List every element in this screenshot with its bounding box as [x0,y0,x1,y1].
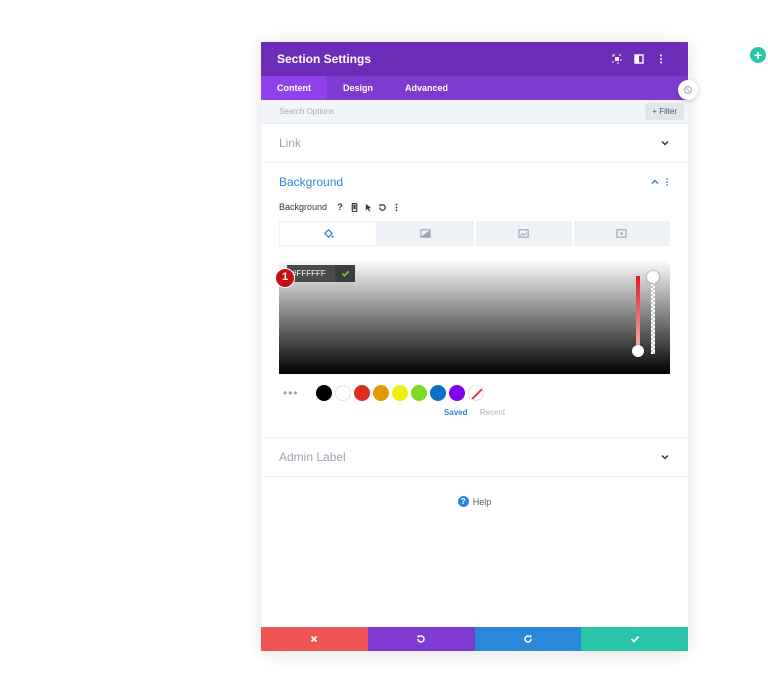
option-menu-icon[interactable] [389,200,403,214]
admin-label-section: Admin Label [261,438,688,477]
checkmark-icon [630,635,639,643]
link-section-title: Link [279,136,302,150]
cancel-button[interactable] [261,627,368,651]
swatch-blue[interactable] [430,385,446,401]
chevron-down-icon [661,454,669,460]
section-options-icon[interactable] [664,177,670,187]
swatch-white[interactable] [335,385,351,401]
fullscreen-icon[interactable] [606,48,628,70]
swatch-tabs: Saved Recent [279,408,670,417]
checkmark-icon [341,270,349,278]
step-number-badge: 1 [275,268,295,288]
panel-footer [261,627,688,651]
section-settings-panel: Section Settings Content Design Advanced… [261,42,698,651]
chevron-down-icon [661,140,669,146]
hue-slider-track[interactable] [636,276,640,350]
color-picker-area[interactable]: 1 [275,259,670,374]
help-question-icon[interactable]: ? [333,200,347,214]
background-gradient-tab[interactable] [377,221,476,246]
gradient-icon [420,229,431,238]
panel-drag-handle[interactable] [678,80,698,100]
tab-design[interactable]: Design [327,76,389,100]
undo-button[interactable] [367,627,475,651]
apply-color-button[interactable] [335,265,355,282]
help-icon: ? [457,496,469,507]
save-button[interactable] [581,627,688,651]
chevron-up-icon[interactable] [650,177,660,187]
link-section-toggle[interactable]: Link [261,124,688,162]
help-link[interactable]: ? Help [261,496,688,507]
tab-advanced[interactable]: Advanced [389,76,464,100]
hex-input-group: 1 [275,265,355,288]
color-swatches: ••• [279,384,670,402]
video-icon [616,229,628,238]
background-section-toggle[interactable]: Background [261,163,688,201]
help-label: Help [472,496,492,507]
undo-icon [417,634,425,643]
panel-header: Section Settings [261,42,688,76]
swatch-purple[interactable] [449,385,465,401]
split-view-icon[interactable] [628,48,650,70]
redo-button[interactable] [474,627,582,651]
background-section: Background Background ? 1 #FFFFFF ••• Sa… [261,163,688,438]
close-icon [311,635,318,643]
tab-content[interactable]: Content [261,76,327,100]
swatch-none[interactable] [468,385,484,401]
background-option-label: Background [279,202,328,212]
hue-slider-handle[interactable] [632,345,644,357]
hover-cursor-icon[interactable] [361,200,375,214]
swatch-yellow[interactable] [392,385,408,401]
redo-icon [524,634,532,643]
more-swatches-icon[interactable]: ••• [283,386,307,400]
search-input[interactable] [279,107,646,116]
opacity-slider-handle[interactable] [647,271,659,283]
add-module-button[interactable]: + [750,47,766,63]
admin-label-section-title: Admin Label [279,450,346,464]
paint-bucket-icon [323,228,334,239]
settings-tabs: Content Design Advanced [261,76,688,100]
more-options-icon[interactable] [650,48,672,70]
swatch-green[interactable] [411,385,427,401]
image-icon [518,229,529,238]
background-type-tabs [279,221,670,246]
swatch-orange[interactable] [373,385,389,401]
swatch-red[interactable] [354,385,370,401]
reset-icon[interactable] [375,200,389,214]
recent-swatches-tab[interactable]: Recent [480,408,505,417]
search-bar: + Filter [261,100,688,124]
saved-swatches-tab[interactable]: Saved [444,408,468,417]
background-section-body: Background ? 1 #FFFFFF ••• Saved Recent [261,199,688,437]
background-color-tab[interactable] [279,221,378,246]
link-section: Link [261,124,688,163]
mobile-device-icon[interactable] [347,200,361,214]
admin-label-section-toggle[interactable]: Admin Label [261,438,688,476]
swatch-black[interactable] [316,385,332,401]
panel-title: Section Settings [277,52,372,66]
background-section-title: Background [279,175,344,189]
filter-button[interactable]: + Filter [645,103,684,120]
background-option-row: Background ? [279,199,670,215]
background-video-tab[interactable] [573,221,670,246]
opacity-slider-track[interactable] [651,276,655,354]
background-image-tab[interactable] [475,221,574,246]
